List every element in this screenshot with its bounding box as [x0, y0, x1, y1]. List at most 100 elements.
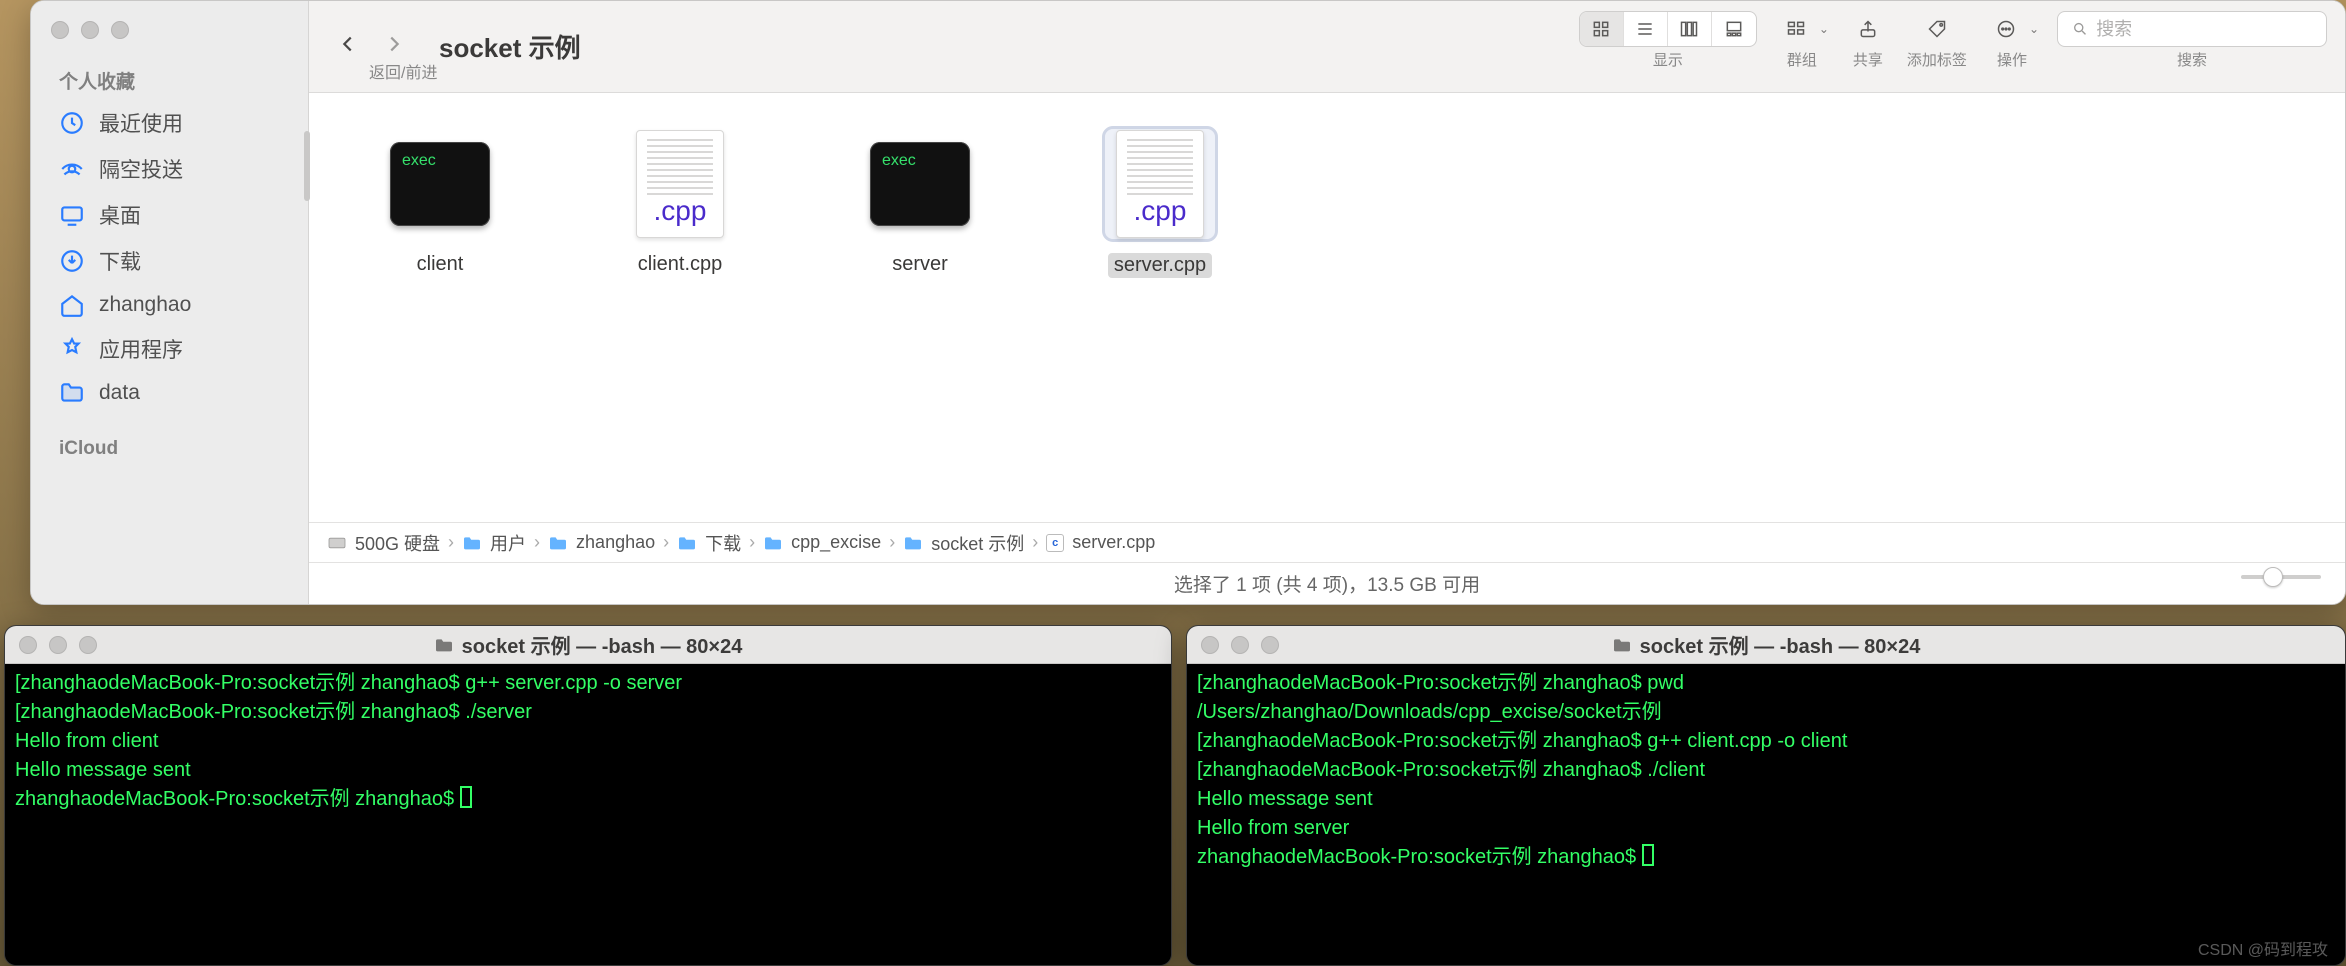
- path-crumb[interactable]: cserver.cpp: [1046, 532, 1155, 553]
- back-button[interactable]: [329, 29, 367, 64]
- minimize-icon[interactable]: [81, 21, 99, 39]
- folder-icon: [434, 637, 454, 653]
- view-icons-button[interactable]: [1580, 12, 1624, 46]
- fullscreen-icon[interactable]: [79, 636, 97, 654]
- toolbar-group-tags: 添加标签: [1907, 11, 1967, 70]
- terminal-body[interactable]: [zhanghaodeMacBook-Pro:socket示例 zhanghao…: [1187, 664, 2345, 965]
- toolbar-label-groups: 群组: [1787, 49, 1817, 70]
- finder-sidebar: 个人收藏 最近使用 隔空投送 桌面 下载 zhanghao 应用程序 data: [31, 1, 309, 604]
- folder-icon: [763, 535, 783, 551]
- folder-icon: [1612, 637, 1632, 653]
- fullscreen-icon[interactable]: [111, 21, 129, 39]
- files-area[interactable]: exec client .cpp client.cpp exec server …: [309, 93, 2345, 522]
- file-thumb: exec: [385, 129, 495, 239]
- watermark: CSDN @码到程攻: [2198, 936, 2328, 960]
- terminal-line: [zhanghaodeMacBook-Pro:socket示例 zhanghao…: [15, 701, 532, 723]
- search-icon: [2072, 20, 2088, 38]
- folder-icon: [677, 535, 697, 551]
- sidebar-item-data[interactable]: data: [31, 372, 308, 414]
- close-icon[interactable]: [1201, 636, 1219, 654]
- folder-icon: [903, 535, 923, 551]
- terminal-line: zhanghaodeMacBook-Pro:socket示例 zhanghao$: [15, 788, 460, 810]
- actions-button[interactable]: [1985, 11, 2027, 47]
- file-item-client[interactable]: exec client: [365, 129, 515, 276]
- window-title: socket 示例: [439, 28, 581, 65]
- terminal-body[interactable]: [zhanghaodeMacBook-Pro:socket示例 zhanghao…: [5, 664, 1171, 965]
- close-icon[interactable]: [51, 21, 69, 39]
- minimize-icon[interactable]: [1231, 636, 1249, 654]
- view-columns-button[interactable]: [1668, 12, 1712, 46]
- path-crumb[interactable]: 500G 硬盘: [327, 530, 440, 556]
- download-icon: [59, 248, 85, 274]
- toolbar-label-search: 搜索: [2177, 49, 2207, 70]
- view-list-button[interactable]: [1624, 12, 1668, 46]
- file-thumb: .cpp: [625, 129, 735, 239]
- group-by-button[interactable]: [1775, 11, 1817, 47]
- minimize-icon[interactable]: [49, 636, 67, 654]
- file-item-client-cpp[interactable]: .cpp client.cpp: [605, 129, 755, 276]
- path-crumb[interactable]: 下载: [677, 530, 741, 556]
- sidebar-item-label: 桌面: [99, 200, 141, 230]
- sidebar-item-airdrop[interactable]: 隔空投送: [31, 146, 308, 192]
- clock-icon: [59, 110, 85, 136]
- nav-caption: 返回/前进: [369, 59, 437, 83]
- icon-size-slider[interactable]: [2241, 575, 2321, 579]
- terminal-line: zhanghaodeMacBook-Pro:socket示例 zhanghao$: [1197, 846, 1642, 868]
- window-traffic-lights: [31, 13, 308, 61]
- search-input[interactable]: [2096, 19, 2312, 40]
- folder-icon: [548, 535, 568, 551]
- finder-main: socket 示例 返回/前进 显示 ⌄ 群组: [309, 1, 2345, 604]
- sidebar-item-label: zhanghao: [99, 293, 191, 317]
- airdrop-icon: [59, 156, 85, 182]
- cursor-icon: [460, 786, 472, 808]
- sidebar-item-label: 隔空投送: [99, 154, 183, 184]
- folder-icon: [462, 535, 482, 551]
- path-crumb[interactable]: 用户: [462, 530, 526, 556]
- sidebar-item-recents[interactable]: 最近使用: [31, 100, 308, 146]
- file-item-server[interactable]: exec server: [845, 129, 995, 276]
- sidebar-resize-handle[interactable]: [304, 131, 310, 201]
- terminal-title: socket 示例 — -bash — 80×24: [462, 630, 743, 659]
- path-bar: 500G 硬盘› 用户› zhanghao› 下载› cpp_excise› s…: [309, 522, 2345, 562]
- path-crumb[interactable]: socket 示例: [903, 530, 1024, 556]
- path-crumb[interactable]: zhanghao: [548, 532, 655, 553]
- folder-icon: [59, 380, 85, 406]
- file-name: client.cpp: [638, 253, 723, 276]
- file-item-server-cpp[interactable]: .cpp server.cpp: [1085, 129, 1235, 278]
- sidebar-item-applications[interactable]: 应用程序: [31, 326, 308, 372]
- cpp-file-icon: .cpp: [636, 130, 724, 238]
- close-icon[interactable]: [19, 636, 37, 654]
- path-crumb[interactable]: cpp_excise: [763, 532, 881, 553]
- terminal-line: [zhanghaodeMacBook-Pro:socket示例 zhanghao…: [1197, 730, 1847, 752]
- terminal-window-right: socket 示例 — -bash — 80×24 [zhanghaodeMac…: [1186, 625, 2346, 966]
- cpp-file-icon: .cpp: [1116, 130, 1204, 238]
- sidebar-item-downloads[interactable]: 下载: [31, 238, 308, 284]
- view-mode-segmented: [1579, 11, 1757, 47]
- terminal-window-left: socket 示例 — -bash — 80×24 [zhanghaodeMac…: [4, 625, 1172, 966]
- terminal-line: Hello from client: [15, 730, 158, 752]
- toolbar-label-actions: 操作: [1997, 49, 2027, 70]
- file-name: client: [417, 253, 464, 276]
- chevron-down-icon: ⌄: [2029, 22, 2039, 36]
- disk-icon: [327, 535, 347, 551]
- exec-icon: exec: [870, 142, 970, 226]
- sidebar-item-desktop[interactable]: 桌面: [31, 192, 308, 238]
- toolbar-group-display: 显示: [1579, 11, 1757, 70]
- status-bar: 选择了 1 项 (共 4 项)，13.5 GB 可用: [309, 562, 2345, 604]
- terminal-line: [zhanghaodeMacBook-Pro:socket示例 zhanghao…: [1197, 672, 1684, 694]
- sidebar-item-home[interactable]: zhanghao: [31, 284, 308, 326]
- share-button[interactable]: [1847, 11, 1889, 47]
- view-gallery-button[interactable]: [1712, 12, 1756, 46]
- terminal-titlebar: socket 示例 — -bash — 80×24: [5, 626, 1171, 664]
- status-text: 选择了 1 项 (共 4 项)，13.5 GB 可用: [1174, 570, 1480, 597]
- fullscreen-icon[interactable]: [1261, 636, 1279, 654]
- file-thumb: .cpp: [1105, 129, 1215, 239]
- toolbar-group-actions: ⌄ 操作: [1985, 11, 2039, 70]
- terminal-line: [zhanghaodeMacBook-Pro:socket示例 zhanghao…: [1197, 759, 1705, 781]
- search-box[interactable]: [2057, 11, 2327, 47]
- toolbar-group-search: 搜索: [2057, 11, 2327, 70]
- applications-icon: [59, 336, 85, 362]
- file-name: server.cpp: [1108, 253, 1212, 278]
- terminal-line: Hello from server: [1197, 817, 1349, 839]
- tags-button[interactable]: [1916, 11, 1958, 47]
